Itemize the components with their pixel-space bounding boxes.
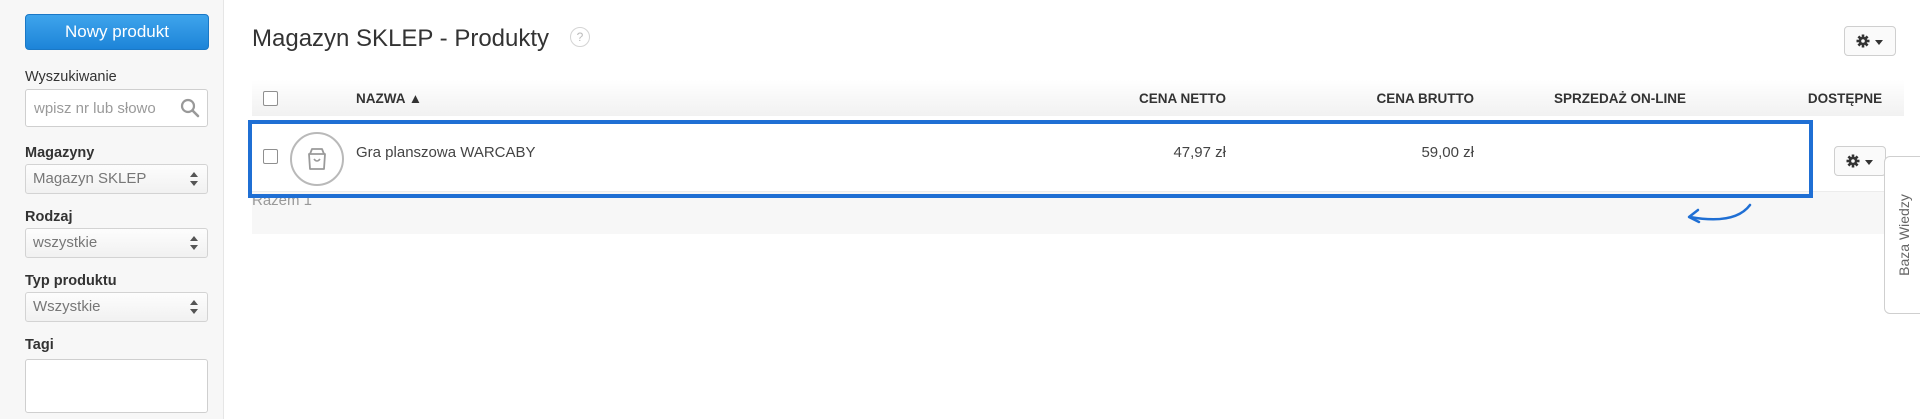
- gear-icon: [1856, 34, 1870, 48]
- product-net-price: 47,97 zł: [1173, 144, 1226, 161]
- product-type-select-value: Wszystkie: [33, 298, 101, 315]
- settings-gear-button[interactable]: [1844, 26, 1896, 56]
- tags-input[interactable]: [25, 359, 208, 413]
- column-header-net-price[interactable]: CENA NETTO: [884, 91, 1226, 106]
- search-field: [25, 89, 208, 127]
- table-row[interactable]: Gra planszowa WARCABY 47,97 zł 59,00 zł …: [252, 116, 1904, 192]
- warehouses-select-value: Magazyn SKLEP: [33, 170, 147, 187]
- kind-select-value: wszystkie: [33, 234, 98, 251]
- knowledge-base-tab[interactable]: Baza Wiedzy: [1884, 156, 1920, 314]
- chevron-down-icon: [1875, 40, 1883, 45]
- knowledge-base-label: Baza Wiedzy: [1896, 194, 1912, 276]
- warehouses-select[interactable]: Magazyn SKLEP: [25, 164, 208, 194]
- column-header-name[interactable]: NAZWA ▲: [356, 91, 422, 106]
- tags-label: Tagi: [25, 337, 54, 353]
- product-type-select[interactable]: Wszystkie: [25, 292, 208, 322]
- search-input[interactable]: [26, 90, 176, 126]
- annotation-arrow-icon: [1687, 203, 1752, 224]
- search-label: Wyszukiwanie: [25, 69, 117, 85]
- table-header: NAZWA ▲ CENA NETTO CENA BRUTTO SPRZEDAŻ …: [252, 80, 1904, 116]
- chevron-down-icon: [1865, 160, 1873, 165]
- column-header-online-sale[interactable]: SPRZEDAŻ ON-LINE: [1324, 91, 1686, 106]
- shopping-bag-icon: [308, 148, 326, 170]
- kind-select[interactable]: wszystkie: [25, 228, 208, 258]
- warehouses-label: Magazyny: [25, 145, 95, 161]
- select-arrows-icon: [190, 236, 198, 250]
- total-count: Razem 1: [252, 192, 313, 209]
- select-arrows-icon: [190, 172, 198, 186]
- product-gross-price: 59,00 zł: [1421, 144, 1474, 161]
- select-all-checkbox[interactable]: [263, 91, 278, 106]
- help-icon[interactable]: ?: [570, 27, 590, 47]
- new-product-button[interactable]: Nowy produkt: [25, 14, 209, 50]
- column-header-available[interactable]: DOSTĘPNE: [1710, 91, 1920, 106]
- search-icon[interactable]: [180, 98, 200, 118]
- gear-icon: [1846, 154, 1860, 168]
- select-arrows-icon: [190, 300, 198, 314]
- product-type-label: Typ produktu: [25, 273, 117, 289]
- kind-label: Rodzaj: [25, 209, 73, 225]
- product-name[interactable]: Gra planszowa WARCABY: [356, 144, 536, 161]
- row-checkbox[interactable]: [263, 149, 278, 164]
- page-title: Magazyn SKLEP - Produkty: [252, 25, 550, 52]
- sidebar: Nowy produkt Wyszukiwanie Magazyny Magaz…: [0, 0, 224, 419]
- row-actions-button[interactable]: [1834, 146, 1886, 176]
- products-table: NAZWA ▲ CENA NETTO CENA BRUTTO SPRZEDAŻ …: [252, 80, 1904, 234]
- product-thumbnail: [290, 132, 344, 186]
- table-footer: Razem 1: [252, 192, 1904, 234]
